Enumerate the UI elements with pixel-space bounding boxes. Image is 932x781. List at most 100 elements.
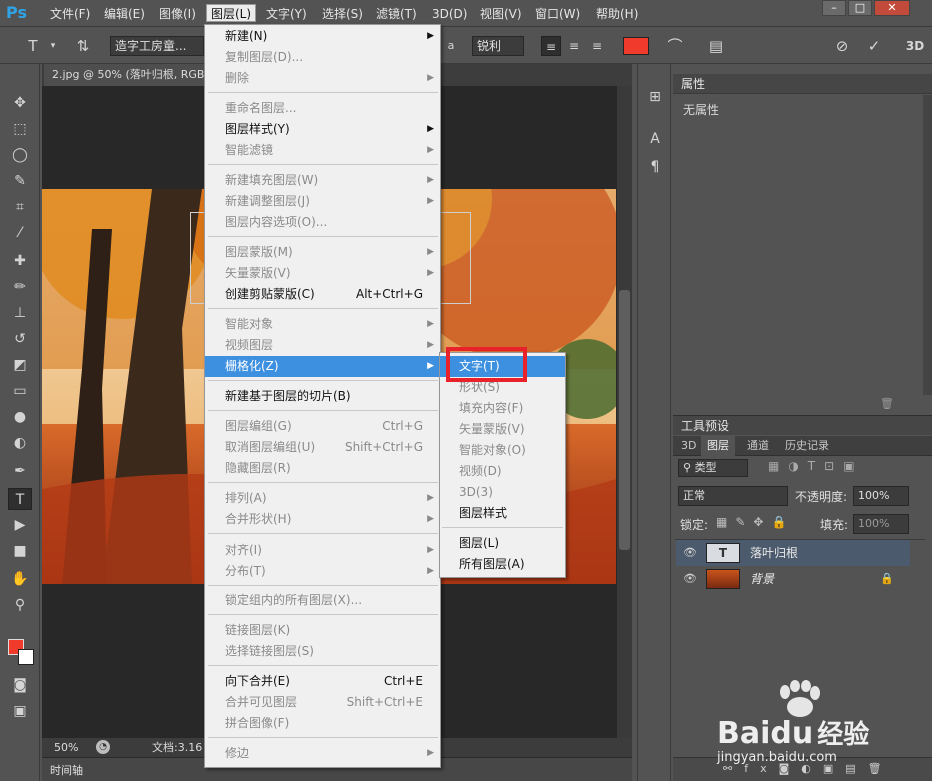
close-button[interactable]: ✕ (874, 0, 910, 16)
menu-item-vector-mask[interactable]: 矢量蒙版(V) ▶ (205, 263, 440, 284)
character-panel-icon[interactable]: ▤ (706, 36, 726, 56)
menu-item-new[interactable]: 新建(N) ▶ (205, 26, 440, 47)
menu-item-rename-layer[interactable]: 重命名图层... (205, 98, 440, 119)
quick-mask-icon[interactable]: ◙ (8, 674, 32, 696)
menu-item-create-clipping-mask[interactable]: 创建剪贴蒙版(C) Alt+Ctrl+G (205, 284, 440, 305)
eyedropper-tool-icon[interactable]: ⁄ (8, 222, 32, 244)
submenu-item-video[interactable]: 视频(D) (440, 461, 565, 482)
properties-panel-header[interactable]: 属性 (673, 74, 932, 94)
tab-channels[interactable]: 通道 (741, 436, 775, 456)
brush-tool-icon[interactable]: ✏ (8, 276, 32, 298)
layer-row-text[interactable]: 👁 T 落叶归根 (676, 540, 910, 566)
properties-scrollbar[interactable] (923, 95, 932, 395)
vertical-scrollbar-thumb[interactable] (619, 290, 630, 550)
menu-item-ungroup-layers[interactable]: 取消图层编组(U) Shift+Ctrl+G (205, 437, 440, 458)
dodge-tool-icon[interactable]: ◐ (8, 432, 32, 454)
healing-brush-icon[interactable]: ✚ (8, 250, 32, 272)
blur-tool-icon[interactable]: ● (8, 406, 32, 428)
submenu-item-layer[interactable]: 图层(L) (440, 533, 565, 554)
menu-item-layer-mask[interactable]: 图层蒙版(M) ▶ (205, 242, 440, 263)
layer-filter-select[interactable]: ⚲ 类型 (678, 459, 748, 477)
menu-item-duplicate-layer[interactable]: 复制图层(D)... (205, 47, 440, 68)
blend-mode-select[interactable]: 正常 (678, 486, 788, 506)
commit-icon[interactable]: ✓ (864, 36, 884, 56)
menu-item-flatten-image[interactable]: 拼合图像(F) (205, 713, 440, 734)
menu-item-video-layer[interactable]: 视频图层 ▶ (205, 335, 440, 356)
menu-layer[interactable]: 图层(L) (206, 4, 257, 22)
layer-name[interactable]: 背景 (750, 566, 774, 592)
hand-tool-icon[interactable]: ✋ (8, 568, 32, 590)
eye-icon[interactable]: 👁 (682, 540, 698, 566)
document-tab[interactable]: 2.jpg @ 50% (落叶归根, RGB (44, 64, 219, 86)
menu-window[interactable]: 窗口(W) (531, 5, 584, 23)
shape-tool-icon[interactable]: ■ (8, 540, 32, 562)
zoom-tool-icon[interactable]: ⚲ (8, 594, 32, 616)
pen-tool-icon[interactable]: ✒ (8, 460, 32, 482)
path-select-tool-icon[interactable]: ▶ (8, 514, 32, 536)
tab-3d[interactable]: 3D (675, 436, 702, 456)
lock-icons[interactable]: ▦✎✥🔒 (716, 515, 802, 533)
submenu-item-fill-content[interactable]: 填充内容(F) (440, 398, 565, 419)
menu-item-group-layers[interactable]: 图层编组(G) Ctrl+G (205, 416, 440, 437)
menu-edit[interactable]: 编辑(E) (100, 5, 149, 23)
crop-tool-icon[interactable]: ⌗ (8, 196, 32, 218)
marquee-tool-icon[interactable]: ⬚ (8, 118, 32, 140)
menu-item-align[interactable]: 对齐(I) ▶ (205, 540, 440, 561)
trash-icon[interactable]: 🗑 (880, 397, 894, 411)
menu-help[interactable]: 帮助(H) (592, 5, 642, 23)
layer-row-background[interactable]: 👁 背景 🔒 (676, 566, 910, 592)
eye-icon[interactable]: 👁 (682, 566, 698, 592)
type-tool-icon[interactable]: T (22, 36, 44, 56)
warp-text-icon[interactable]: ⌒ (665, 36, 685, 56)
menu-item-matting[interactable]: 修边 ▶ (205, 743, 440, 764)
align-left-icon[interactable]: ≡ (541, 36, 561, 56)
zoom-level[interactable]: 50% (54, 738, 78, 757)
3d-mode-icon[interactable]: 3D (904, 36, 926, 56)
lasso-tool-icon[interactable]: ◯ (8, 144, 32, 166)
menu-item-smart-filter[interactable]: 智能滤镜 ▶ (205, 140, 440, 161)
maximize-button[interactable]: □ (848, 0, 872, 16)
menu-item-new-layer-based-slice[interactable]: 新建基于图层的切片(B) (205, 386, 440, 407)
antialias-select[interactable]: 锐利 (472, 36, 524, 56)
quick-select-tool-icon[interactable]: ✎ (8, 170, 32, 192)
menu-item-layer-style[interactable]: 图层样式(Y) ▶ (205, 119, 440, 140)
menu-item-smart-object[interactable]: 智能对象 ▶ (205, 314, 440, 335)
menu-item-combine-shapes[interactable]: 合并形状(H) ▶ (205, 509, 440, 530)
opacity-field[interactable]: 100% (853, 486, 909, 506)
chevron-down-icon[interactable]: ▾ (48, 36, 58, 56)
eraser-tool-icon[interactable]: ◩ (8, 354, 32, 376)
menu-item-hide-layers[interactable]: 隐藏图层(R) (205, 458, 440, 479)
menu-item-rasterize[interactable]: 栅格化(Z) ▶ (205, 356, 440, 377)
tab-layers[interactable]: 图层 (701, 436, 735, 456)
menu-item-new-adjustment-layer[interactable]: 新建调整图层(J) ▶ (205, 191, 440, 212)
menu-item-merge-visible[interactable]: 合并可见图层 Shift+Ctrl+E (205, 692, 440, 713)
submenu-item-all-layers[interactable]: 所有图层(A) (440, 554, 565, 575)
menu-item-distribute[interactable]: 分布(T) ▶ (205, 561, 440, 582)
tab-history[interactable]: 历史记录 (779, 436, 835, 456)
screen-mode-icon[interactable]: ▣ (8, 700, 32, 722)
cancel-icon[interactable]: ⊘ (832, 36, 852, 56)
menu-3d[interactable]: 3D(D) (428, 5, 471, 23)
submenu-item-smart-object[interactable]: 智能对象(O) (440, 440, 565, 461)
layer-filter-icons[interactable]: ▦◑T⊡▣ (768, 459, 888, 477)
menu-item-arrange[interactable]: 排列(A) ▶ (205, 488, 440, 509)
submenu-item-layer-style[interactable]: 图层样式 (440, 503, 565, 524)
menu-item-link-layers[interactable]: 链接图层(K) (205, 620, 440, 641)
menu-type[interactable]: 文字(Y) (262, 5, 311, 23)
menu-item-merge-down[interactable]: 向下合并(E) Ctrl+E (205, 671, 440, 692)
menu-view[interactable]: 视图(V) (476, 5, 526, 23)
menu-item-select-linked-layers[interactable]: 选择链接图层(S) (205, 641, 440, 662)
background-color-swatch[interactable] (18, 649, 34, 665)
gradient-tool-icon[interactable]: ▭ (8, 380, 32, 402)
submenu-item-3d[interactable]: 3D(3) (440, 482, 565, 503)
font-family-field[interactable]: 造字工房童... (110, 36, 204, 56)
fill-field[interactable]: 100% (853, 514, 909, 534)
minimize-button[interactable]: – (822, 0, 846, 16)
menu-item-new-fill-layer[interactable]: 新建填充图层(W) ▶ (205, 170, 440, 191)
character-panel-icon[interactable]: A (643, 128, 667, 150)
layer-name[interactable]: 落叶归根 (750, 540, 798, 566)
menu-item-layer-content-options[interactable]: 图层内容选项(O)... (205, 212, 440, 233)
text-color-swatch[interactable] (623, 37, 649, 55)
menu-image[interactable]: 图像(I) (155, 5, 200, 23)
menu-file[interactable]: 文件(F) (46, 5, 94, 23)
